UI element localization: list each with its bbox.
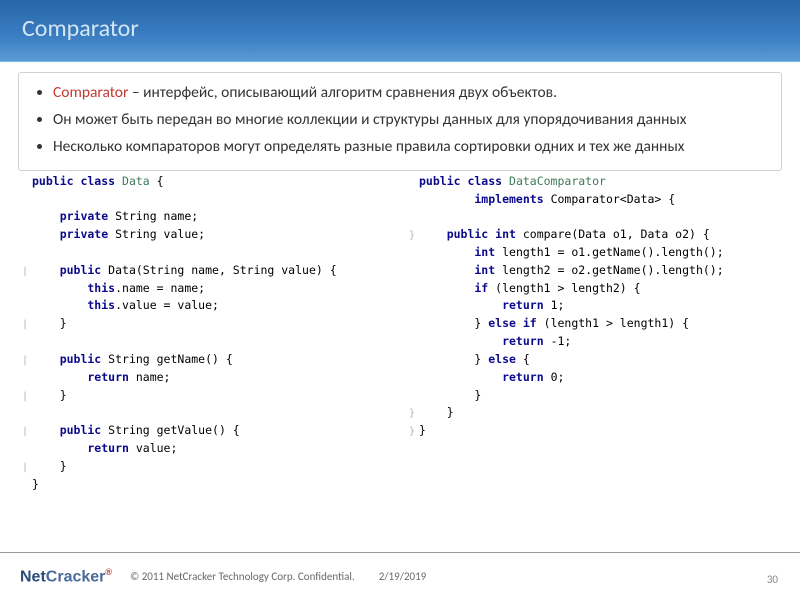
slide-title: Comparator: [22, 14, 139, 43]
logo-part-b: Cracker: [46, 568, 106, 585]
bullet-panel: Comparator – интерфейс, описывающий алго…: [18, 72, 782, 171]
code-right: public class DataComparator implements C…: [405, 171, 782, 494]
code-area: public class Data { private String name;…: [18, 171, 782, 494]
footer-date: 2/19/2019: [379, 570, 427, 583]
bullet-1-keyword: Comparator: [53, 83, 128, 102]
bullet-list: Comparator – интерфейс, описывающий алго…: [35, 83, 765, 158]
bullet-2: Он может быть передан во многие коллекци…: [53, 110, 765, 131]
bullet-3: Несколько компараторов могут определять …: [53, 137, 765, 158]
footer: NetCracker® © 2011 NetCracker Technology…: [0, 552, 800, 600]
bullet-1-rest: – интерфейс, описывающий алгоритм сравне…: [128, 83, 557, 102]
page-number: 30: [767, 573, 778, 586]
logo: NetCracker®: [20, 567, 112, 586]
bullet-1: Comparator – интерфейс, описывающий алго…: [53, 83, 765, 104]
copyright: © 2011 NetCracker Technology Corp. Confi…: [130, 570, 355, 583]
logo-part-a: Net: [20, 568, 46, 585]
slide-header: Comparator: [0, 0, 800, 62]
logo-sup: ®: [105, 567, 112, 577]
code-left: public class Data { private String name;…: [18, 171, 395, 494]
